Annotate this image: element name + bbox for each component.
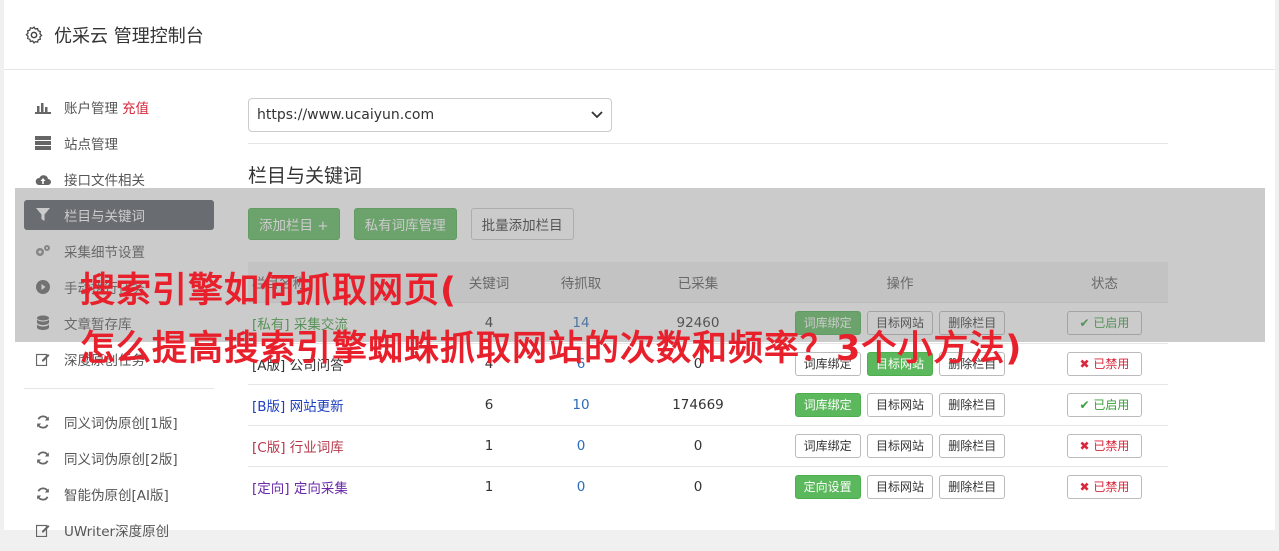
directed-settings-button[interactable]: 定向设置	[794, 475, 861, 499]
sidebar-item-label: 智能伪原创[AI版]	[64, 488, 169, 504]
sidebar-item-label: 接口文件相关	[64, 173, 145, 189]
sidebar-item-account[interactable]: 账户管理 充值	[24, 92, 214, 122]
table-row: [C版] 行业词库 1 0 0 词库绑定 目标网站 删除栏目 ✖ 已禁用	[248, 425, 1168, 467]
table-row: [B版] 网站更新 6 10 174669 词库绑定 目标网站 删除栏目 ✔ 已…	[248, 384, 1168, 426]
server-icon	[35, 135, 51, 151]
keywords-count: 1	[453, 466, 525, 507]
target-site-button[interactable]: 目标网站	[866, 475, 933, 499]
ops-cell: 定向设置 目标网站 删除栏目	[759, 466, 1041, 507]
delete-column-button[interactable]: 删除栏目	[939, 475, 1006, 499]
app-title: 优采云 管理控制台	[54, 25, 204, 47]
gear-icon	[25, 25, 43, 44]
sidebar-item-uwriter[interactable]: UWriter深度原创	[24, 515, 214, 545]
column-name-cell[interactable]: [B版] 网站更新	[248, 384, 453, 426]
collected-count: 174669	[637, 384, 759, 426]
column-name-cell[interactable]: [定向] 定向采集	[248, 466, 453, 507]
lexicon-bind-button[interactable]: 词库绑定	[794, 434, 861, 458]
headline-line-2: 怎么提高搜索引擎蜘蛛抓取网站的次数和频率？3个小方法)	[80, 329, 1023, 369]
pending-count: 10	[525, 384, 637, 426]
sidebar-item-synonym-v1[interactable]: 同义词伪原创[1版]	[24, 407, 214, 437]
delete-column-button[interactable]: 删除栏目	[939, 434, 1006, 458]
edit-icon	[35, 351, 51, 367]
section-title: 栏目与关键词	[248, 165, 363, 187]
sidebar-item-label: 同义词伪原创[2版]	[64, 452, 178, 468]
ops-cell: 词库绑定 目标网站 删除栏目	[759, 425, 1041, 467]
status-label: 已禁用	[1093, 439, 1130, 453]
status-label: 已禁用	[1093, 480, 1130, 494]
ops-cell: 词库绑定 目标网站 删除栏目	[759, 384, 1041, 426]
column-name: 行业词库	[289, 440, 344, 456]
cloud-upload-icon	[35, 171, 51, 187]
target-site-button[interactable]: 目标网站	[866, 393, 933, 417]
column-name: 网站更新	[289, 399, 344, 415]
edit-icon	[35, 522, 51, 538]
column-name: 定向采集	[293, 481, 348, 497]
collected-count: 0	[637, 425, 759, 467]
status-toggle[interactable]: ✖ 已禁用	[1066, 434, 1143, 458]
sidebar-item-label: UWriter深度原创	[64, 524, 170, 540]
target-site-button[interactable]: 目标网站	[866, 434, 933, 458]
column-name-cell[interactable]: [C版] 行业词库	[248, 425, 453, 467]
top-bar: 优采云 管理控制台	[4, 0, 1275, 70]
refresh-icon	[35, 450, 51, 466]
sidebar-item-ai-rewrite[interactable]: 智能伪原创[AI版]	[24, 479, 214, 509]
status-toggle[interactable]: ✔ 已启用	[1066, 393, 1143, 417]
column-tag: [C版]	[252, 440, 286, 456]
site-select-value: https://www.ucaiyun.com	[257, 107, 435, 123]
column-tag: [B版]	[252, 399, 286, 415]
headline-overlay-text: 搜索引擎如何抓取网页( 怎么提高搜索引擎蜘蛛抓取网站的次数和频率？3个小方法)	[80, 262, 1230, 378]
refresh-icon	[35, 486, 51, 502]
chevron-down-icon	[591, 111, 603, 119]
sidebar-item-synonym-v2[interactable]: 同义词伪原创[2版]	[24, 443, 214, 473]
headline-line-1: 搜索引擎如何抓取网页(	[80, 271, 457, 311]
site-select[interactable]: https://www.ucaiyun.com	[248, 98, 612, 132]
lexicon-bind-button[interactable]: 词库绑定	[794, 393, 861, 417]
status-cell: ✖ 已禁用	[1041, 466, 1168, 507]
pending-count: 0	[525, 425, 637, 467]
sidebar-item-sites[interactable]: 站点管理	[24, 128, 214, 158]
sidebar-item-label: 站点管理	[64, 137, 118, 153]
table-row: [定向] 定向采集 1 0 0 定向设置 目标网站 删除栏目 ✖ 已禁用	[248, 466, 1168, 507]
status-label: 已启用	[1093, 398, 1130, 412]
sidebar-item-label: 账户管理	[64, 101, 118, 117]
status-cell: ✔ 已启用	[1041, 384, 1168, 426]
recharge-link[interactable]: 充值	[122, 97, 149, 117]
refresh-icon	[35, 414, 51, 430]
collected-count: 0	[637, 466, 759, 507]
keywords-count: 6	[453, 384, 525, 426]
status-toggle[interactable]: ✖ 已禁用	[1066, 475, 1143, 499]
pending-count: 0	[525, 466, 637, 507]
delete-column-button[interactable]: 删除栏目	[939, 393, 1006, 417]
column-tag: [定向]	[252, 481, 290, 497]
bar-chart-icon	[35, 99, 51, 115]
sidebar-divider	[24, 388, 214, 389]
sidebar-item-label: 同义词伪原创[1版]	[64, 416, 178, 432]
divider	[248, 143, 1168, 144]
keywords-count: 1	[453, 425, 525, 467]
status-cell: ✖ 已禁用	[1041, 425, 1168, 467]
